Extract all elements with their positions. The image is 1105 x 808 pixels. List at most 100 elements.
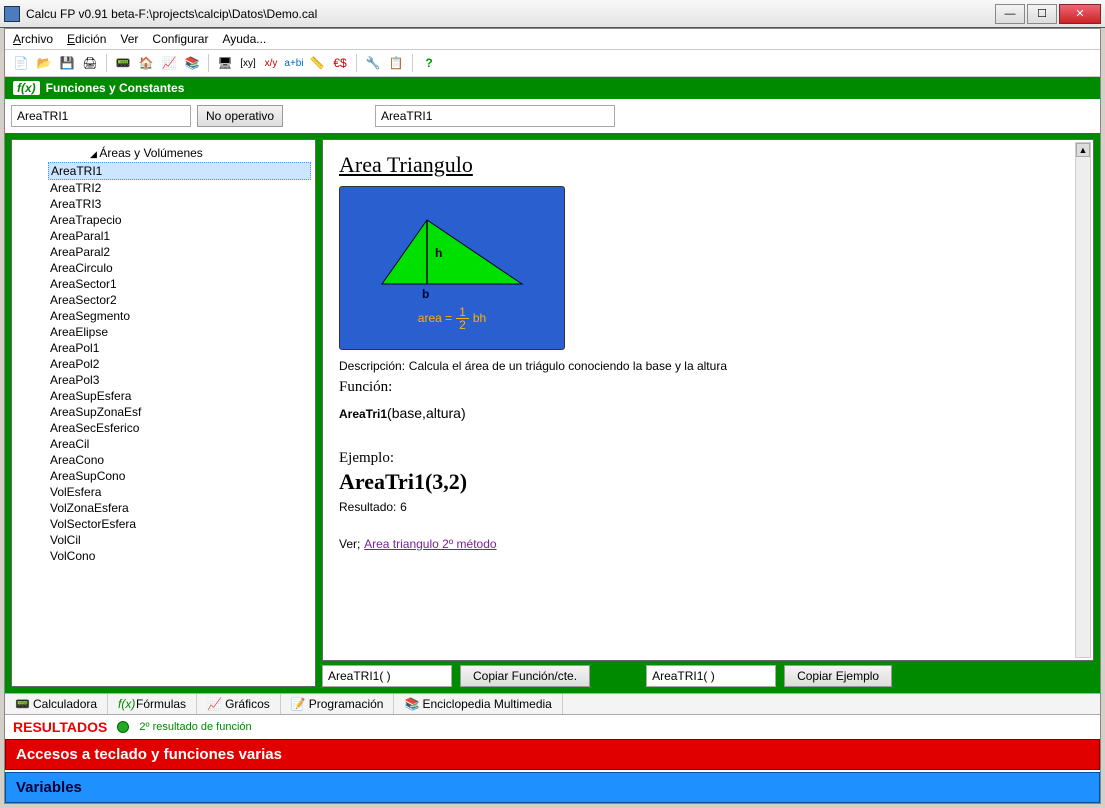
scrollbar[interactable]: ▲ [1075,142,1091,658]
toolbar: 📄 📂 💾 🖨 📟 🏠 📈 📚 🖥 [xy] x/y a+bi 📏 €$ 🔧 📋… [5,50,1100,77]
tree-item[interactable]: AreaTRI1 [48,162,311,180]
tree-item[interactable]: VolCil [48,532,311,548]
tree-item[interactable]: VolCono [48,548,311,564]
main-area: Áreas y Volúmenes AreaTRI1AreaTRI2AreaTR… [5,133,1100,693]
minimize-button[interactable]: — [995,4,1025,24]
menu-configurar[interactable]: Configurar [152,32,208,46]
list-icon[interactable]: 📋 [386,53,406,73]
xy-icon[interactable]: x/y [261,53,281,73]
new-icon[interactable]: 📄 [11,53,31,73]
tree-item[interactable]: AreaSegmento [48,308,311,324]
bar-accesos[interactable]: Accesos a teclado y funciones varias [5,739,1100,770]
example-call: AreaTri1(3,2) [339,469,1077,495]
menu-ver[interactable]: Ver [120,32,138,46]
bar-variables[interactable]: Variables [5,772,1100,803]
filter-row: No operativo [5,99,1100,133]
svg-text:b: b [422,287,429,301]
tree-category[interactable]: Áreas y Volúmenes [86,144,311,162]
tab-enciclopedia[interactable]: 📚Enciclopedia Multimedia [394,694,562,714]
euro-icon[interactable]: €$ [330,53,350,73]
tree-item[interactable]: AreaSupCono [48,468,311,484]
example-result: Resultado: 6 [339,499,1077,516]
help-icon[interactable]: ? [419,53,439,73]
bracket-icon[interactable]: [xy] [238,53,258,73]
tool-icon[interactable]: 🖥 [215,53,235,73]
tree-item[interactable]: VolSectorEsfera [48,516,311,532]
app-icon [4,6,20,22]
tree-item[interactable]: AreaSupZonaEsf [48,404,311,420]
menu-edicion[interactable]: Edición [67,32,106,46]
titlebar: Calcu FP v0.91 beta-F:\projects\calcip\D… [0,0,1105,28]
menu-archivo[interactable]: Archivo [13,32,53,46]
function-label: Función: [339,379,1077,396]
menubar: Archivo Edición Ver Configurar Ayuda... [5,29,1100,50]
tree-item[interactable]: AreaTRI3 [48,196,311,212]
detail-body: ▲ Area Triangulo h b area = 12 bh [322,139,1094,661]
see-also: Ver; Area triangulo 2º método [339,536,1077,553]
tree-item[interactable]: AreaSector1 [48,276,311,292]
copy-example-input[interactable] [646,665,776,687]
tree-item[interactable]: AreaParal1 [48,228,311,244]
copy-example-button[interactable]: Copiar Ejemplo [784,665,892,687]
results-label: RESULTADOS [13,719,107,735]
chart-icon[interactable]: 📈 [159,53,179,73]
tree-item[interactable]: AreaCono [48,452,311,468]
open-icon[interactable]: 📂 [34,53,54,73]
window-title: Calcu FP v0.91 beta-F:\projects\calcip\D… [26,7,995,21]
print-icon[interactable]: 🖨 [80,53,100,73]
tree-item[interactable]: AreaPol1 [48,340,311,356]
copy-func-button[interactable]: Copiar Función/cte. [460,665,590,687]
detail-title: Area Triangulo [339,152,1077,178]
filter-right-input[interactable] [375,105,615,127]
tree[interactable]: Áreas y Volúmenes AreaTRI1AreaTRI2AreaTR… [12,140,315,686]
tab-calculadora[interactable]: 📟Calculadora [5,694,108,714]
tree-item[interactable]: VolZonaEsfera [48,500,311,516]
wrench-icon[interactable]: 🔧 [363,53,383,73]
results-sub: 2º resultado de función [139,721,251,733]
menu-ayuda[interactable]: Ayuda... [222,32,266,46]
tree-item[interactable]: AreaSecEsferico [48,420,311,436]
detail-panel: ▲ Area Triangulo h b area = 12 bh [322,139,1094,687]
copy-func-input[interactable] [322,665,452,687]
svg-text:h: h [435,246,442,260]
scroll-up-icon[interactable]: ▲ [1076,143,1090,157]
triangle-icon: h b [372,212,532,302]
figure: h b area = 12 bh [339,186,565,350]
tree-item[interactable]: AreaParal2 [48,244,311,260]
description: Descripción: Calcula el área de un triág… [339,358,1077,375]
calc-icon[interactable]: 📟 [113,53,133,73]
save-icon[interactable]: 💾 [57,53,77,73]
copy-row: Copiar Función/cte. Copiar Ejemplo [322,665,1094,687]
status-dot-icon [117,721,129,733]
fx-icon: f(x) [13,81,40,95]
filter-left-input[interactable] [11,105,191,127]
tree-item[interactable]: AreaCil [48,436,311,452]
function-signature: AreaTri1(base,altura) [339,398,1077,424]
tree-item[interactable]: AreaTrapecio [48,212,311,228]
maximize-button[interactable]: ☐ [1027,4,1057,24]
home-icon[interactable]: 🏠 [136,53,156,73]
tab-programacion[interactable]: 📝Programación [281,694,395,714]
tree-item[interactable]: VolEsfera [48,484,311,500]
books-icon[interactable]: 📚 [182,53,202,73]
tree-item[interactable]: AreaSector2 [48,292,311,308]
see-link[interactable]: Area triangulo 2º método [364,537,496,551]
tree-item[interactable]: AreaPol2 [48,356,311,372]
tab-graficos[interactable]: 📈Gráficos [197,694,281,714]
section-title: Funciones y Constantes [46,81,185,95]
bottom-tabs: 📟Calculadora f(x)Fórmulas 📈Gráficos 📝Pro… [5,693,1100,715]
no-operativo-button[interactable]: No operativo [197,105,283,127]
abi-icon[interactable]: a+bi [284,53,304,73]
tree-item[interactable]: AreaPol3 [48,372,311,388]
tree-item[interactable]: AreaTRI2 [48,180,311,196]
ruler-icon[interactable]: 📏 [307,53,327,73]
tree-item[interactable]: AreaSupEsfera [48,388,311,404]
tab-formulas[interactable]: f(x)Fórmulas [108,694,197,714]
results-row: RESULTADOS 2º resultado de función [5,715,1100,739]
tree-item[interactable]: AreaCirculo [48,260,311,276]
tree-panel: Áreas y Volúmenes AreaTRI1AreaTRI2AreaTR… [11,139,316,687]
section-header: f(x) Funciones y Constantes [5,77,1100,99]
tree-item[interactable]: AreaElipse [48,324,311,340]
example-label: Ejemplo: [339,450,1077,467]
close-button[interactable]: ✕ [1059,4,1101,24]
